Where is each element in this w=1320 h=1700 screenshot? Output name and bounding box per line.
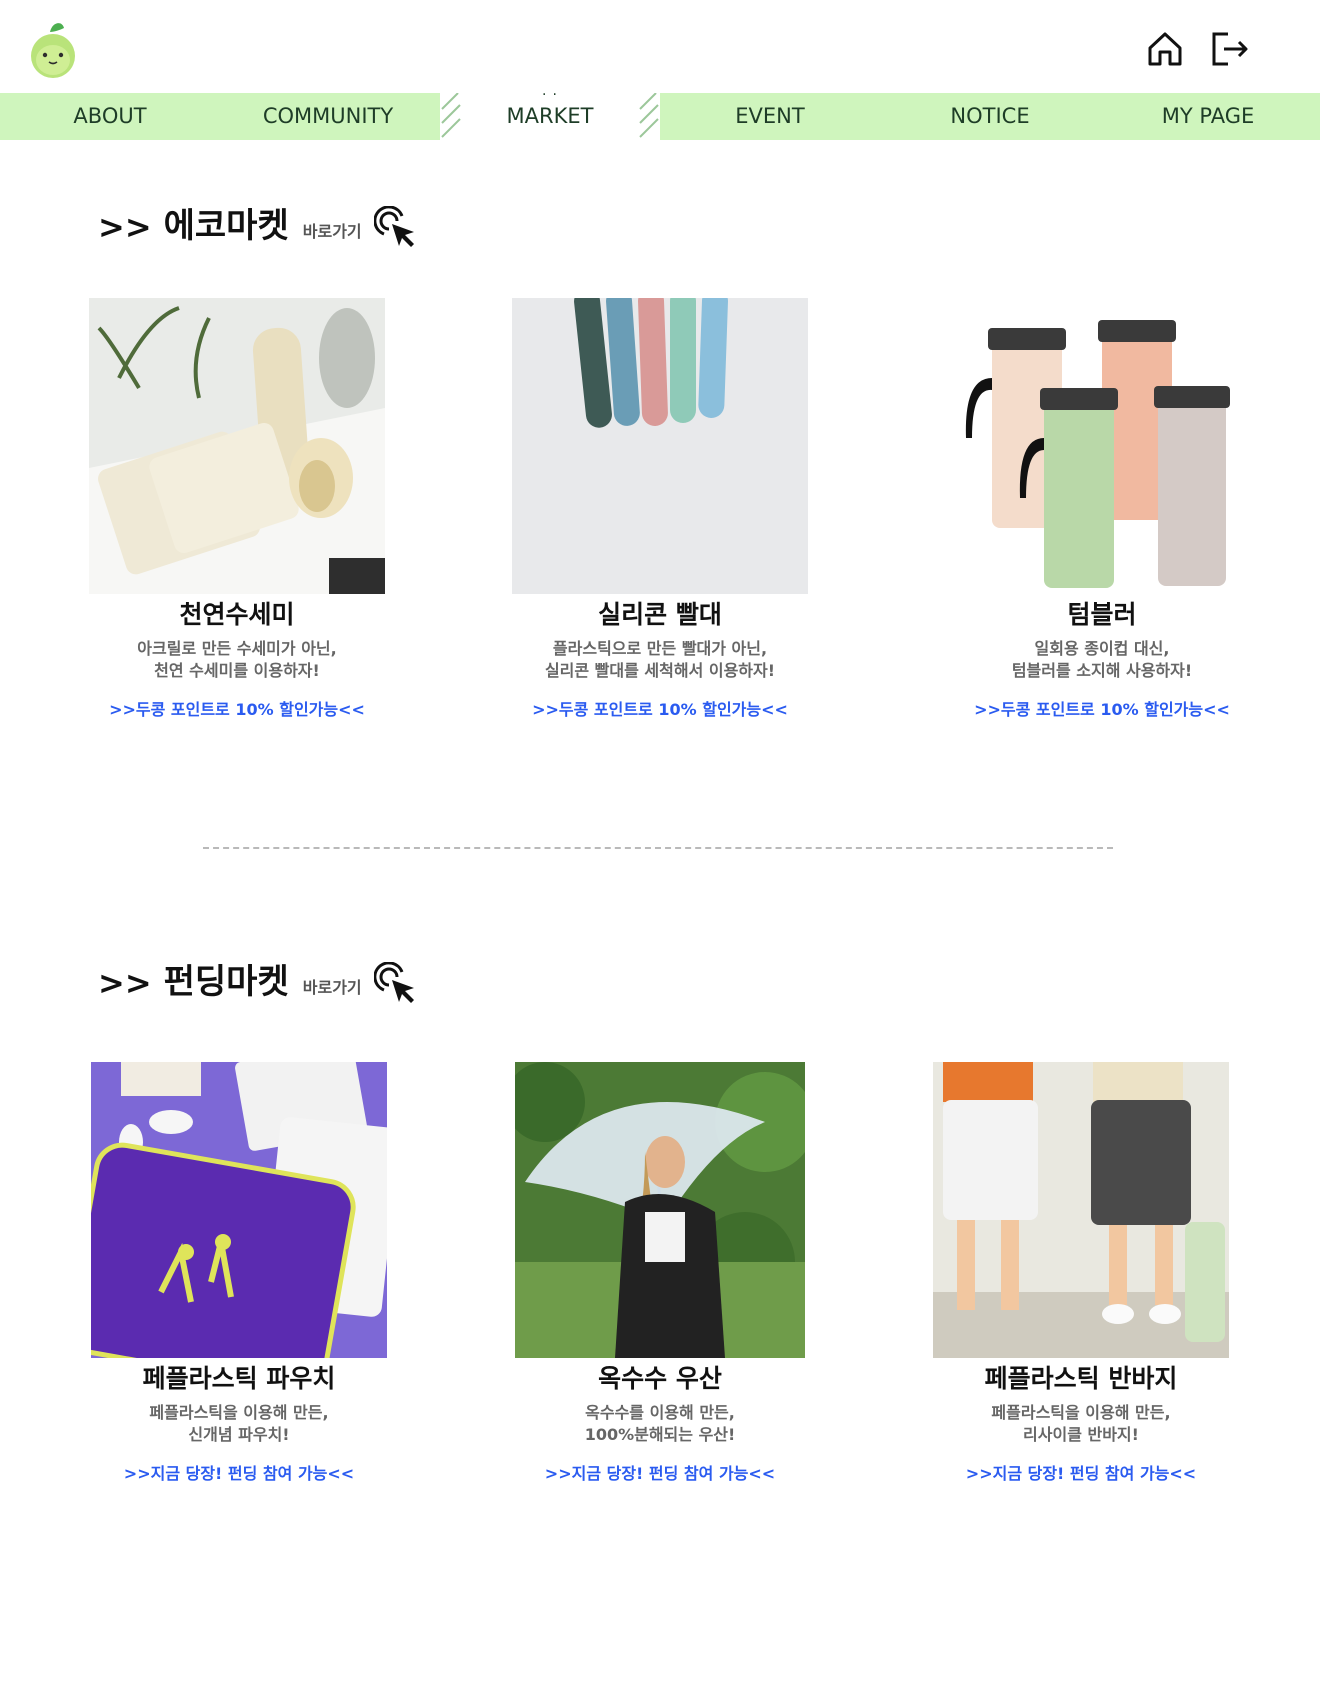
product-card[interactable]: 실리콘 빨대 플라스틱으로 만든 빨대가 아닌, 실리콘 빨대를 세척해서 이용… bbox=[470, 298, 850, 720]
product-title: 천연수세미 bbox=[179, 600, 295, 629]
product-title: 페플라스틱 반바지 bbox=[984, 1364, 1178, 1393]
product-description: 일회용 종이컵 대신, 텀블러를 소지해 사용하자! bbox=[1011, 639, 1193, 680]
funding-market-heading: >> 펀딩마켓 바로가기 bbox=[98, 962, 418, 1003]
nav-my-page[interactable]: MY PAGE bbox=[1098, 93, 1318, 140]
logo[interactable] bbox=[28, 18, 78, 80]
eco-market-go-link[interactable]: 바로가기 bbox=[303, 218, 362, 242]
nav-notice[interactable]: NOTICE bbox=[880, 93, 1100, 140]
click-cursor-icon[interactable] bbox=[373, 206, 418, 250]
product-title: 텀블러 bbox=[1067, 600, 1137, 629]
product-promo-link[interactable]: >>지금 당장! 펀딩 참여 가능<< bbox=[49, 1460, 429, 1484]
product-title: 옥수수 우산 bbox=[598, 1364, 722, 1393]
logout-icon[interactable] bbox=[1208, 28, 1250, 70]
product-description: 아크릴로 만든 수세미가 아닌, 천연 수세미를 이용하자! bbox=[137, 639, 337, 680]
nav-event[interactable]: EVENT bbox=[660, 93, 880, 140]
product-promo-link[interactable]: >>지금 당장! 펀딩 참여 가능<< bbox=[891, 1460, 1271, 1484]
nav-about[interactable]: ABOUT bbox=[0, 93, 220, 140]
nav-community[interactable]: COMMUNITY bbox=[218, 93, 438, 140]
product-promo-link[interactable]: >>두콩 포인트로 10% 할인가능<< bbox=[912, 696, 1292, 720]
silicone-straw-image[interactable] bbox=[512, 298, 808, 594]
heading-arrows: >> bbox=[98, 964, 152, 1002]
nav-market[interactable]: MARKET bbox=[440, 93, 660, 140]
main-nav: ·· ABOUT COMMUNITY MARKET EVENT NOTICE M… bbox=[0, 87, 1320, 140]
corn-umbrella-image[interactable] bbox=[515, 1062, 805, 1358]
product-promo-link[interactable]: >>두콩 포인트로 10% 할인가능<< bbox=[470, 696, 850, 720]
product-description: 플라스틱으로 만든 빨대가 아닌, 실리콘 빨대를 세척해서 이용하자! bbox=[544, 639, 776, 680]
product-card[interactable]: 옥수수 우산 옥수수를 이용해 만든, 100%분해되는 우산! >>지금 당장… bbox=[470, 1062, 850, 1484]
product-title: 페플라스틱 파우치 bbox=[142, 1364, 336, 1393]
funding-market-go-link[interactable]: 바로가기 bbox=[303, 974, 362, 998]
product-promo-link[interactable]: >>두콩 포인트로 10% 할인가능<< bbox=[47, 696, 427, 720]
home-icon[interactable] bbox=[1144, 28, 1186, 70]
product-description: 옥수수를 이용해 만든, 100%분해되는 우산! bbox=[584, 1403, 736, 1444]
natural-scrubber-image[interactable] bbox=[89, 298, 385, 594]
tumbler-image[interactable] bbox=[954, 298, 1250, 594]
click-cursor-icon[interactable] bbox=[373, 962, 418, 1006]
bean-mascot-icon bbox=[31, 23, 75, 78]
heading-arrows: >> bbox=[98, 208, 152, 246]
funding-market-title: 펀딩마켓 bbox=[163, 962, 289, 1002]
product-description: 페플라스틱을 이용해 만든, 리사이클 반바지! bbox=[991, 1403, 1171, 1444]
product-card[interactable]: 천연수세미 아크릴로 만든 수세미가 아닌, 천연 수세미를 이용하자! >>두… bbox=[47, 298, 427, 720]
eco-market-title: 에코마켓 bbox=[163, 206, 289, 246]
product-description: 페플라스틱을 이용해 만든, 신개념 파우치! bbox=[149, 1403, 329, 1444]
eco-market-heading: >> 에코마켓 바로가기 bbox=[98, 206, 418, 247]
product-card[interactable]: 텀블러 일회용 종이컵 대신, 텀블러를 소지해 사용하자! >>두콩 포인트로… bbox=[912, 298, 1292, 720]
product-title: 실리콘 빨대 bbox=[598, 600, 722, 629]
section-divider bbox=[203, 847, 1113, 849]
product-card[interactable]: 페플라스틱 파우치 페플라스틱을 이용해 만든, 신개념 파우치! >>지금 당… bbox=[49, 1062, 429, 1484]
product-promo-link[interactable]: >>지금 당장! 펀딩 참여 가능<< bbox=[470, 1460, 850, 1484]
recycled-shorts-image[interactable] bbox=[933, 1062, 1229, 1358]
pouch-image[interactable] bbox=[91, 1062, 387, 1358]
product-card[interactable]: 페플라스틱 반바지 페플라스틱을 이용해 만든, 리사이클 반바지! >>지금 … bbox=[891, 1062, 1271, 1484]
